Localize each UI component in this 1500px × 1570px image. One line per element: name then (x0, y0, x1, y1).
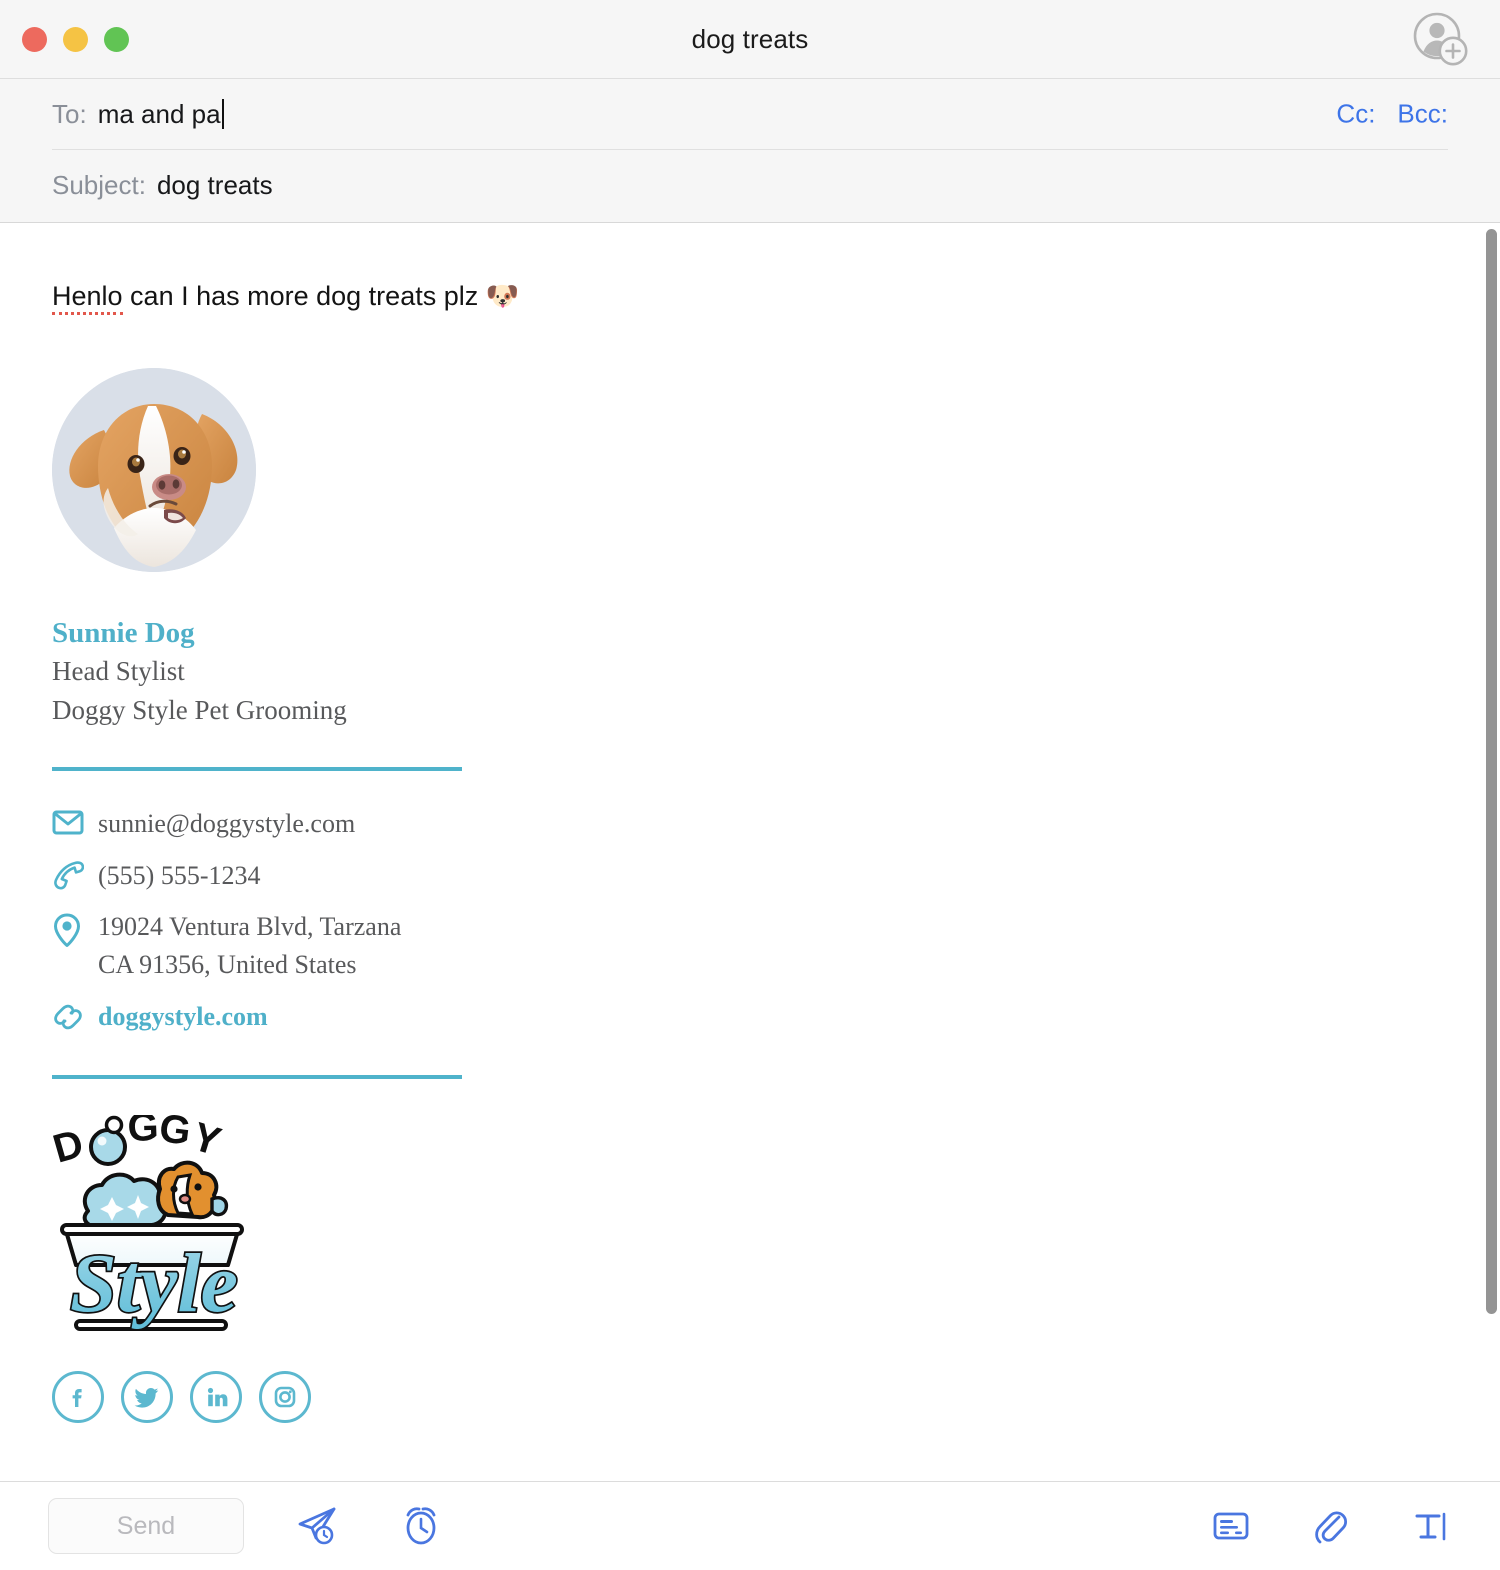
contact-website-link[interactable]: doggystyle.com (98, 998, 268, 1036)
send-button[interactable]: Send (48, 1498, 244, 1554)
mail-compose-window: dog treats To: ma and pa Cc: Bcc: Subjec… (0, 0, 1500, 1570)
envelope-icon (52, 805, 98, 835)
link-icon (52, 998, 98, 1032)
instagram-icon[interactable] (259, 1371, 311, 1424)
signature-company: Doggy Style Pet Grooming (52, 694, 347, 725)
contact-row-email[interactable]: sunnie@doggystyle.com (52, 805, 472, 843)
facebook-icon[interactable] (52, 1371, 104, 1424)
subject-label: Subject: (52, 170, 146, 200)
header-fields: To: ma and pa Cc: Bcc: Subject: dog trea… (0, 79, 1500, 223)
body-scrollbar-track[interactable] (1484, 223, 1500, 1481)
signature-divider-top (52, 767, 462, 772)
alarm-clock-icon (406, 1507, 436, 1545)
send-later-icon (298, 1507, 336, 1545)
insert-signature-button[interactable] (1202, 1497, 1260, 1555)
cc-bcc-group: Cc: Bcc: (1336, 99, 1448, 130)
add-contact-button[interactable] (1410, 10, 1472, 70)
message-rest: can I has more dog treats plz (122, 281, 486, 311)
linkedin-icon[interactable] (190, 1371, 242, 1424)
compose-body[interactable]: Henlo can I has more dog treats plz 🐶 Su… (0, 223, 1500, 1463)
misspelled-word: Henlo (52, 281, 123, 315)
svg-text:D: D (52, 1122, 88, 1172)
bcc-button[interactable]: Bcc: (1397, 99, 1448, 130)
subject-input[interactable]: dog treats (157, 170, 273, 201)
svg-text:Y: Y (187, 1115, 226, 1165)
svg-text:G: G (127, 1115, 160, 1150)
signature-card-icon (1213, 1512, 1249, 1540)
subject-field-row[interactable]: Subject: dog treats (52, 150, 1448, 221)
dog-emoji: 🐶 (485, 281, 520, 311)
contact-phone-text: (555) 555-1234 (98, 860, 261, 890)
compose-body-scroll-area[interactable]: Henlo can I has more dog treats plz 🐶 Su… (0, 223, 1500, 1482)
location-pin-icon (52, 908, 98, 948)
phone-icon (52, 857, 98, 891)
social-links (52, 1371, 472, 1463)
doggy-style-logo-icon: D G G Y Style (48, 1105, 244, 1332)
contact-email-text: sunnie@doggystyle.com (98, 809, 356, 839)
avatar (52, 368, 256, 573)
message-text[interactable]: Henlo can I has more dog treats plz 🐶 (52, 279, 1448, 315)
to-input[interactable]: ma and pa (98, 99, 221, 130)
contact-row-address[interactable]: 19024 Ventura Blvd, Tarzana CA 91356, Un… (52, 908, 472, 983)
attach-file-button[interactable] (1302, 1497, 1360, 1555)
remind-me-button[interactable] (392, 1497, 450, 1555)
text-caret (221, 99, 224, 129)
contact-row-website[interactable]: doggystyle.com (52, 998, 472, 1036)
contact-row-phone[interactable]: (555) 555-1234 (52, 857, 472, 895)
format-text-button[interactable] (1402, 1497, 1460, 1555)
add-contact-icon (1413, 12, 1468, 66)
to-field-row[interactable]: To: ma and pa Cc: Bcc: (52, 79, 1448, 150)
doggy-style-logo: D G G Y Style (48, 1105, 252, 1345)
svg-text:G: G (157, 1115, 193, 1154)
paperclip-icon (1315, 1511, 1348, 1544)
contact-address-text: 19024 Ventura Blvd, Tarzana CA 91356, Un… (98, 912, 402, 980)
email-signature: Sunnie Dog Head Stylist Doggy Style Pet … (48, 368, 472, 1463)
toolbar-right-icons (1202, 1497, 1460, 1555)
cc-button[interactable]: Cc: (1336, 99, 1375, 130)
dog-photo-icon (52, 368, 256, 573)
toolbar-left-icons (290, 1497, 450, 1555)
body-scrollbar-thumb[interactable] (1486, 229, 1497, 1314)
signature-role: Head Stylist (52, 656, 185, 687)
signature-name: Sunnie Dog (52, 617, 195, 650)
text-format-icon (1415, 1512, 1446, 1541)
to-label: To: (52, 98, 87, 129)
signature-divider-bottom (52, 1075, 462, 1080)
window-title: dog treats (691, 23, 809, 54)
signature-contact-list: sunnie@doggystyle.com (555) 555-1234 190… (52, 805, 472, 1035)
title-bar: dog treats (0, 0, 1500, 79)
compose-toolbar: Send (0, 1482, 1500, 1570)
svg-text:Style: Style (70, 1237, 238, 1330)
twitter-icon[interactable] (121, 1371, 173, 1424)
send-later-button[interactable] (290, 1497, 348, 1555)
